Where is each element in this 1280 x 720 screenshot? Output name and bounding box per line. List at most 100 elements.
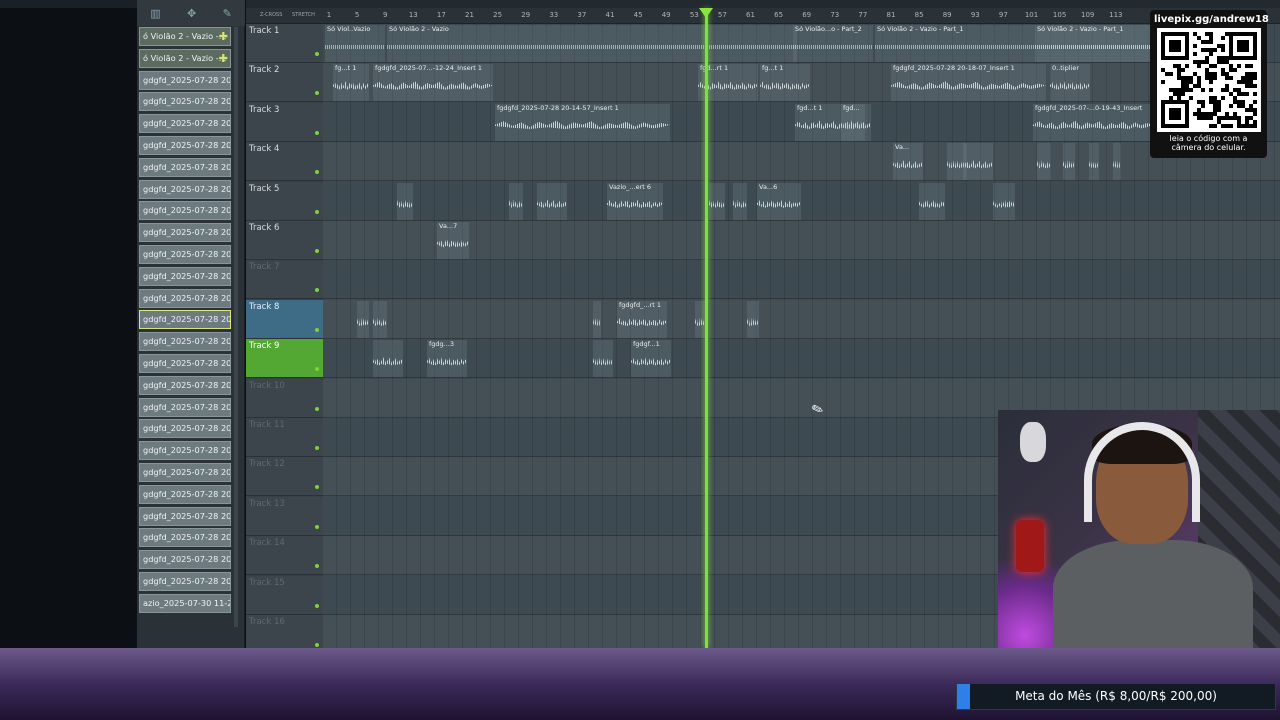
audio-clip[interactable]: Va...	[893, 143, 923, 181]
track-lane[interactable]	[323, 300, 1280, 339]
audio-clip[interactable]	[1089, 143, 1099, 181]
audio-clip[interactable]	[537, 182, 567, 220]
audio-clip[interactable]: Só Violão 2 - Vazio - Part_1	[1035, 25, 1155, 62]
track-header[interactable]: Track 14	[246, 536, 323, 576]
track-led-icon[interactable]	[315, 524, 319, 529]
stretch-tool[interactable]: STRETCH	[292, 12, 315, 18]
pencil-icon[interactable]: ✎	[223, 7, 232, 20]
track-header[interactable]: Track 7	[246, 260, 323, 300]
audio-clip[interactable]	[357, 300, 369, 338]
playhead-marker-icon[interactable]	[699, 8, 713, 18]
track-lane[interactable]	[323, 260, 1280, 300]
audio-clip[interactable]	[373, 340, 403, 378]
audio-clip[interactable]: fg...t 1	[333, 64, 369, 102]
audio-clip[interactable]	[1037, 143, 1051, 181]
track-header[interactable]: Track 13	[246, 496, 323, 536]
track-led-icon[interactable]	[315, 406, 319, 411]
snap-icon[interactable]: ✥	[187, 7, 196, 20]
browser-scrollbar[interactable]	[234, 27, 238, 627]
browser-clip-item[interactable]: gdgfd_2025-07-28 20-1...	[139, 484, 231, 504]
audio-clip[interactable]	[397, 182, 413, 220]
browser-clip-item[interactable]: gdgfd_2025-07-28 20-1...	[139, 528, 231, 548]
browser-clip-item[interactable]: gdgfd_2025-07-28 20-1...	[139, 266, 231, 286]
track-header[interactable]: Track 10	[246, 378, 323, 418]
track-led-icon[interactable]	[315, 288, 319, 293]
add-clip-icon[interactable]: ✚	[219, 50, 228, 67]
audio-clip[interactable]	[993, 182, 1015, 220]
browser-clip-item[interactable]: gdgfd_2025-07-28 20-1...	[139, 179, 231, 199]
browser-clip-item[interactable]: gdgfd_2025-07-28 20-1...	[139, 157, 231, 177]
browser-clip-item[interactable]: gdgfd_2025-07-28 20-0...	[139, 92, 231, 112]
browser-clip-item[interactable]: gdgfd_2025-07-28 20-1...	[139, 550, 231, 570]
track-led-icon[interactable]	[315, 327, 319, 332]
browser-clip-item[interactable]: gdgfd_2025-07-28 20-1...	[139, 397, 231, 417]
crossfade-tool[interactable]: Z-CROSS	[260, 12, 282, 18]
audio-clip[interactable]: Só Violão 2 - Vazio	[387, 25, 797, 62]
track-led-icon[interactable]	[315, 170, 319, 175]
track-led-icon[interactable]	[315, 91, 319, 96]
track-header[interactable]: Track 4	[246, 142, 323, 182]
browser-clip-item[interactable]: gdgfd_2025-07-28 20-0...	[139, 70, 231, 90]
browser-clip-item[interactable]: gdgfd_2025-07-28 20-1...	[139, 201, 231, 221]
browser-clip-item[interactable]: gdgfd_2025-07-28 20-1...	[139, 288, 231, 308]
audio-clip[interactable]	[963, 143, 993, 181]
track-lane[interactable]	[323, 142, 1280, 182]
track-led-icon[interactable]	[315, 209, 319, 214]
browser-clip-item[interactable]: gdgfd_2025-07-28 20-1...	[139, 353, 231, 373]
audio-clip[interactable]: 0..tiplier	[1050, 64, 1090, 102]
audio-clip[interactable]	[747, 300, 759, 338]
browser-clip-item[interactable]: ó Violão 2 - Vazio -... ✚	[139, 48, 231, 68]
browser-clip-item[interactable]: ó Violão 2 - Vazio -... ✚	[139, 27, 231, 46]
track-header[interactable]: Track 15	[246, 575, 323, 615]
audio-clip[interactable]: fgd...	[841, 103, 871, 141]
timeline-ruler[interactable]: Z-CROSS STRETCH 1 5 9 13 17 21 25 29 33 37 41 45 49 5…	[246, 8, 1280, 24]
track-led-icon[interactable]	[315, 603, 319, 608]
audio-clip[interactable]: fgdgfd_2025-07...-12-24_Insert 1	[373, 64, 493, 102]
audio-clip[interactable]: Va...6	[757, 182, 801, 220]
track-led-icon[interactable]	[315, 564, 319, 569]
browser-clip-item[interactable]: azio_2025-07-30 11-20...	[139, 593, 231, 613]
browser-clip-item[interactable]: gdgfd_2025-07-28 20-1...	[139, 135, 231, 155]
audio-clip[interactable]	[373, 300, 387, 338]
track-led-icon[interactable]	[315, 485, 319, 490]
audio-clip[interactable]	[733, 182, 747, 220]
track-header[interactable]: Track 12	[246, 457, 323, 497]
browser-clip-item[interactable]: gdgfd_2025-07-28 20-1...	[139, 332, 231, 352]
audio-clip[interactable]	[593, 340, 613, 378]
playhead-line[interactable]	[705, 8, 708, 648]
track-header[interactable]: Track 5	[246, 181, 323, 221]
audio-clip[interactable]	[709, 182, 725, 220]
audio-clip[interactable]	[1113, 143, 1121, 181]
audio-clip[interactable]: fgdgfd_...rt 1	[617, 300, 667, 338]
audio-clip[interactable]: fgdgfd_2025-07-...0-19-43_Insert	[1033, 103, 1153, 141]
audio-clip[interactable]: fgdgfd_2025-07-28 20-14-57_Insert 1	[495, 103, 670, 141]
audio-clip[interactable]: Vazio_...ert 6	[607, 182, 663, 220]
browser-clip-item[interactable]: gdgfd_2025-07-28 20-1...	[139, 462, 231, 482]
audio-clip[interactable]: fg...t 1	[760, 64, 810, 102]
track-header[interactable]: Track 6	[246, 221, 323, 260]
audio-clip[interactable]: fgdg...3	[427, 340, 467, 378]
audio-clip[interactable]	[509, 182, 523, 220]
add-clip-icon[interactable]: ✚	[219, 28, 228, 45]
track-header[interactable]: Track 8	[246, 299, 323, 339]
browser-clip-item[interactable]: gdgfd_2025-07-28 20-1...	[139, 114, 231, 134]
audio-clip[interactable]	[1063, 143, 1075, 181]
audio-clip[interactable]	[593, 300, 601, 338]
audio-clip[interactable]: fgdgfd_2025-07-28 20-18-07_Insert 1	[891, 64, 1046, 102]
track-header[interactable]: Track 11	[246, 418, 323, 457]
track-led-icon[interactable]	[315, 249, 319, 253]
browser-clip-item[interactable]: gdgfd_2025-07-28 20-1...	[139, 310, 231, 330]
browser-clip-item[interactable]: gdgfd_2025-07-28 20-1...	[139, 441, 231, 461]
audio-clip[interactable]: Va...7	[437, 222, 469, 259]
pattern-icon[interactable]: ▥	[150, 7, 160, 20]
track-header[interactable]: Track 9	[246, 339, 323, 379]
browser-clip-item[interactable]: gdgfd_2025-07-28 20-1...	[139, 419, 231, 439]
audio-clip[interactable]: fgdgf...1	[631, 340, 671, 378]
browser-clip-item[interactable]: gdgfd_2025-07-28 20-1...	[139, 506, 231, 526]
browser-clip-item[interactable]: gdgfd_2025-07-28 20-2...	[139, 571, 231, 591]
audio-clip[interactable]: Só Viol..Vazio	[325, 25, 385, 62]
track-header[interactable]: Track 2	[246, 63, 323, 103]
track-led-icon[interactable]	[315, 367, 319, 372]
track-header[interactable]: Track 1	[246, 24, 323, 63]
track-led-icon[interactable]	[315, 643, 319, 647]
